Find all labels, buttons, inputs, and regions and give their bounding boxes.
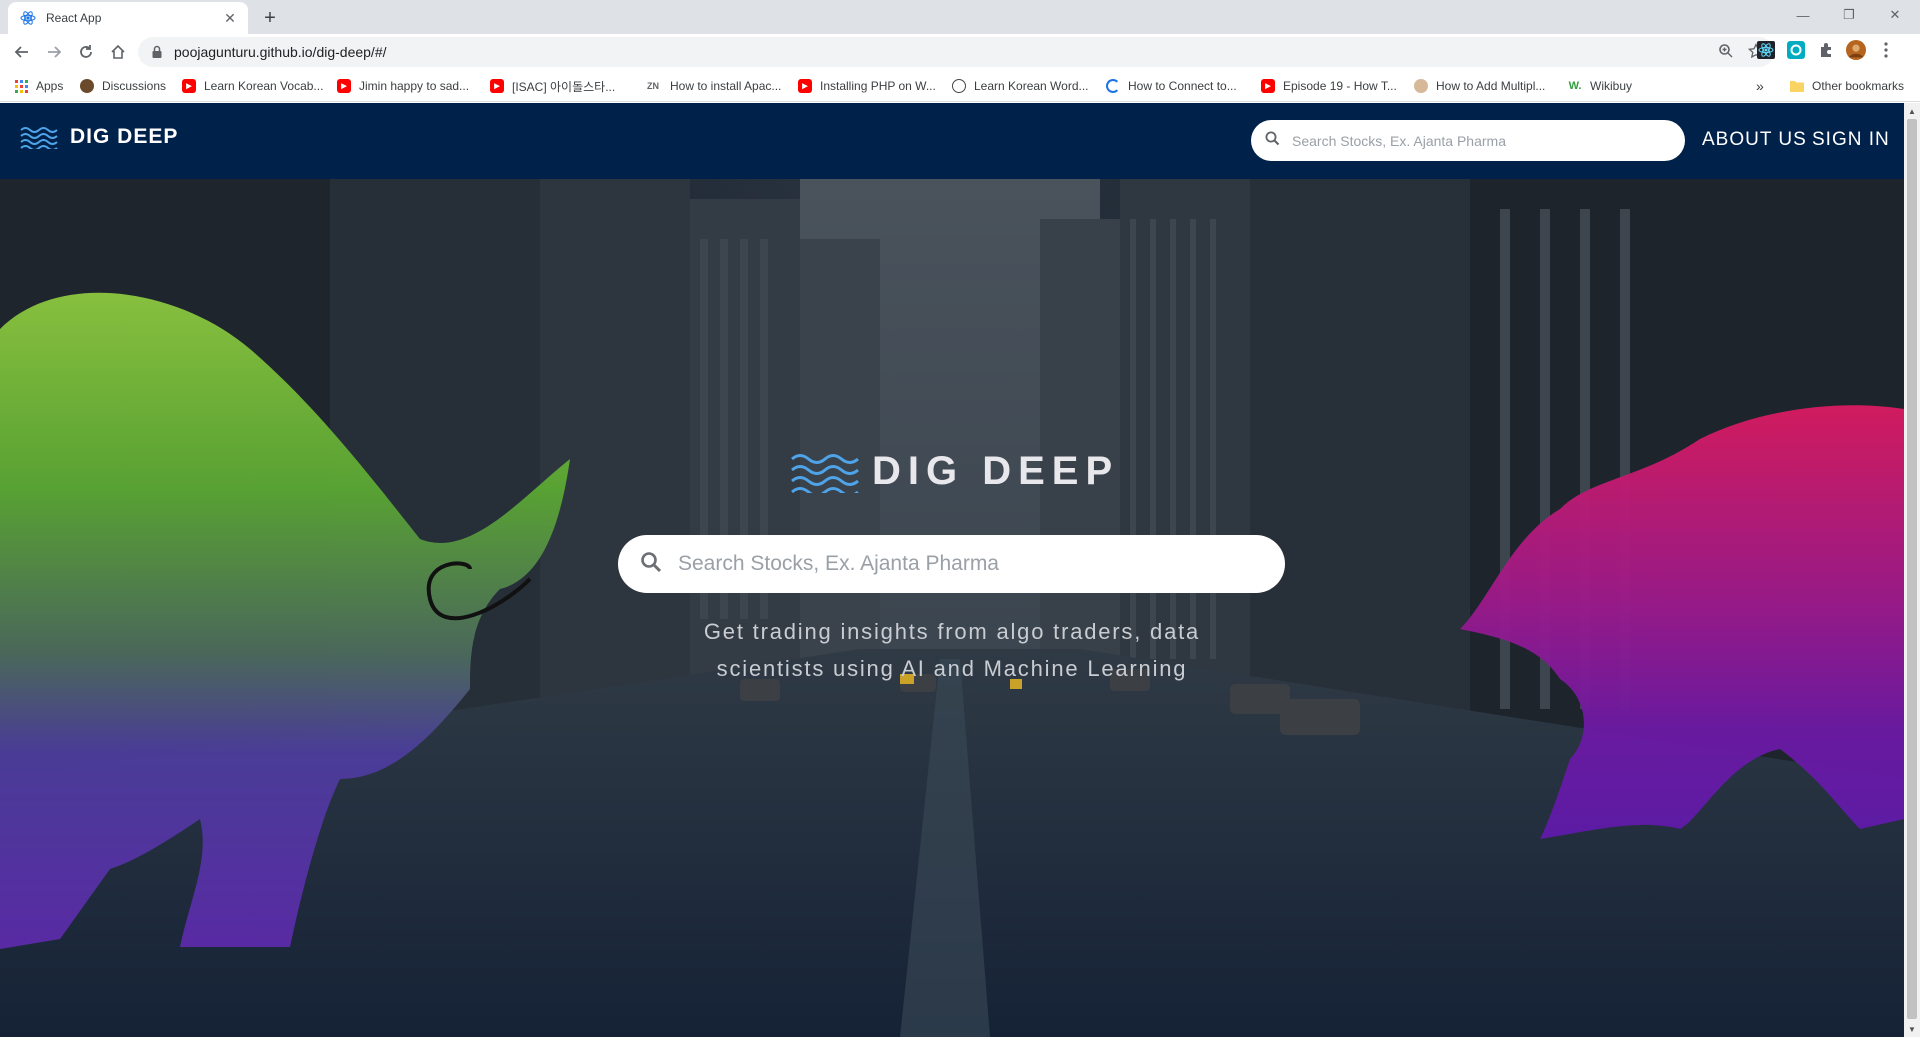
bookmark-learn-korean-word[interactable]: Learn Korean Word... xyxy=(952,70,1089,102)
hero-search-input[interactable] xyxy=(678,552,1238,576)
hero-search-box[interactable] xyxy=(618,535,1285,593)
bookmark-label: Episode 19 - How T... xyxy=(1283,79,1397,93)
brand-link[interactable]: DIG DEEP xyxy=(20,125,178,149)
bookmark-isac[interactable]: ▶ [ISAC] 아이돌스타... xyxy=(490,70,615,102)
home-icon[interactable] xyxy=(106,40,130,64)
discussions-icon xyxy=(80,79,94,93)
page-viewport: DIG DEEP ABOUT US SIGN IN xyxy=(0,103,1904,1037)
other-bookmarks[interactable]: Other bookmarks xyxy=(1790,70,1904,102)
youtube-icon: ▶ xyxy=(182,79,196,93)
extensions-puzzle-icon[interactable] xyxy=(1816,40,1836,60)
bookmark-label: Wikibuy xyxy=(1590,79,1633,93)
bookmark-apps[interactable]: Apps xyxy=(14,70,63,102)
sync-icon xyxy=(1106,79,1120,93)
bookmark-label: Apps xyxy=(36,79,64,93)
search-icon xyxy=(1265,131,1280,151)
browser-tab[interactable]: React App ✕ xyxy=(8,2,248,34)
browser-tabstrip: React App ✕ + — ❐ ✕ xyxy=(0,0,1920,34)
zn-icon: ZN xyxy=(647,81,659,91)
youtube-icon: ▶ xyxy=(1261,79,1275,93)
bookmark-wikibuy[interactable]: W. Wikibuy xyxy=(1568,70,1632,102)
more-menu-icon[interactable] xyxy=(1876,40,1896,60)
page-scrollbar[interactable]: ▲ ▼ xyxy=(1904,103,1920,1037)
site-navbar: DIG DEEP ABOUT US SIGN IN xyxy=(0,103,1904,179)
forward-icon[interactable] xyxy=(42,40,66,64)
bookmark-install-apache[interactable]: ZN How to install Apac... xyxy=(644,70,781,102)
youtube-icon: ▶ xyxy=(337,79,351,93)
address-bar[interactable]: poojagunturu.github.io/dig-deep/#/ xyxy=(138,37,1774,67)
bookmark-label: Installing PHP on W... xyxy=(820,79,936,93)
bookmark-label: How to Add Multipl... xyxy=(1436,79,1546,93)
bookmarks-bar: Apps Discussions ▶ Learn Korean Vocab...… xyxy=(0,70,1920,102)
bookmark-label: How to install Apac... xyxy=(670,79,782,93)
hero-tagline: Get trading insights from algo traders, … xyxy=(703,619,1201,681)
bookmark-label: How to Connect to... xyxy=(1128,79,1237,93)
bookmark-installing-php[interactable]: ▶ Installing PHP on W... xyxy=(798,70,936,102)
close-tab-icon[interactable]: ✕ xyxy=(222,10,238,26)
bookmark-label: Learn Korean Word... xyxy=(974,79,1089,93)
navbar-search[interactable] xyxy=(1251,120,1685,161)
brand-text: DIG DEEP xyxy=(70,125,179,148)
browser-toolbar: poojagunturu.github.io/dig-deep/#/ xyxy=(0,34,1920,70)
reload-icon[interactable] xyxy=(74,40,98,64)
bookmark-jimin[interactable]: ▶ Jimin happy to sad... xyxy=(337,70,469,102)
bookmark-how-to-connect[interactable]: How to Connect to... xyxy=(1106,70,1237,102)
about-us-link[interactable]: ABOUT US xyxy=(1702,129,1807,151)
waves-logo-icon xyxy=(20,125,58,149)
bookmark-episode-19[interactable]: ▶ Episode 19 - How T... xyxy=(1261,70,1397,102)
zoom-icon[interactable] xyxy=(1718,43,1734,64)
bookmark-add-multiple[interactable]: How to Add Multipl... xyxy=(1414,70,1545,102)
tab-title: React App xyxy=(46,11,102,25)
folder-icon xyxy=(1790,79,1804,93)
scroll-thumb[interactable] xyxy=(1907,119,1917,1019)
lock-icon xyxy=(150,45,164,59)
scroll-down-arrow-icon[interactable]: ▼ xyxy=(1904,1021,1920,1037)
wordpress-icon xyxy=(952,79,966,93)
profile-avatar-icon[interactable] xyxy=(1846,40,1866,60)
youtube-icon: ▶ xyxy=(490,79,504,93)
navbar-search-input[interactable] xyxy=(1292,132,1672,149)
search-icon xyxy=(640,551,662,578)
hero-brand: DIG DEEP xyxy=(790,449,1119,494)
other-bookmarks-label: Other bookmarks xyxy=(1812,79,1905,93)
bookmark-label: Jimin happy to sad... xyxy=(359,79,470,93)
bookmark-learn-korean-vocab[interactable]: ▶ Learn Korean Vocab... xyxy=(182,70,323,102)
hero-title: DIG DEEP xyxy=(872,449,1120,493)
window-close-icon[interactable]: ✕ xyxy=(1872,0,1918,30)
minimize-icon[interactable]: — xyxy=(1780,0,1826,30)
restore-icon[interactable]: ❐ xyxy=(1826,0,1872,30)
bookmark-label: Discussions xyxy=(102,79,167,93)
bookmark-discussions[interactable]: Discussions xyxy=(80,70,166,102)
react-icon xyxy=(20,10,36,26)
new-tab-icon[interactable]: + xyxy=(258,6,282,30)
bookmarks-overflow-icon[interactable]: » xyxy=(1756,70,1764,102)
apps-grid-icon xyxy=(14,79,28,93)
back-icon[interactable] xyxy=(10,40,34,64)
sign-in-link[interactable]: SIGN IN xyxy=(1812,129,1890,151)
bookmark-label: [ISAC] 아이돌스타... xyxy=(512,79,616,94)
scroll-up-arrow-icon[interactable]: ▲ xyxy=(1904,103,1920,119)
waves-logo-icon xyxy=(790,451,860,493)
youtube-icon: ▶ xyxy=(798,79,812,93)
wikibuy-icon: W. xyxy=(1568,80,1582,92)
bear-illustration xyxy=(1460,405,1904,839)
screenshot-extension-icon[interactable] xyxy=(1786,40,1806,60)
hero-section: DIG DEEP Get trading insights from algo … xyxy=(0,179,1904,1037)
bull-illustration xyxy=(0,292,570,949)
site-icon xyxy=(1414,79,1428,93)
react-devtools-icon[interactable] xyxy=(1756,40,1776,60)
bookmark-label: Learn Korean Vocab... xyxy=(204,79,324,93)
url-text: poojagunturu.github.io/dig-deep/#/ xyxy=(174,44,387,60)
